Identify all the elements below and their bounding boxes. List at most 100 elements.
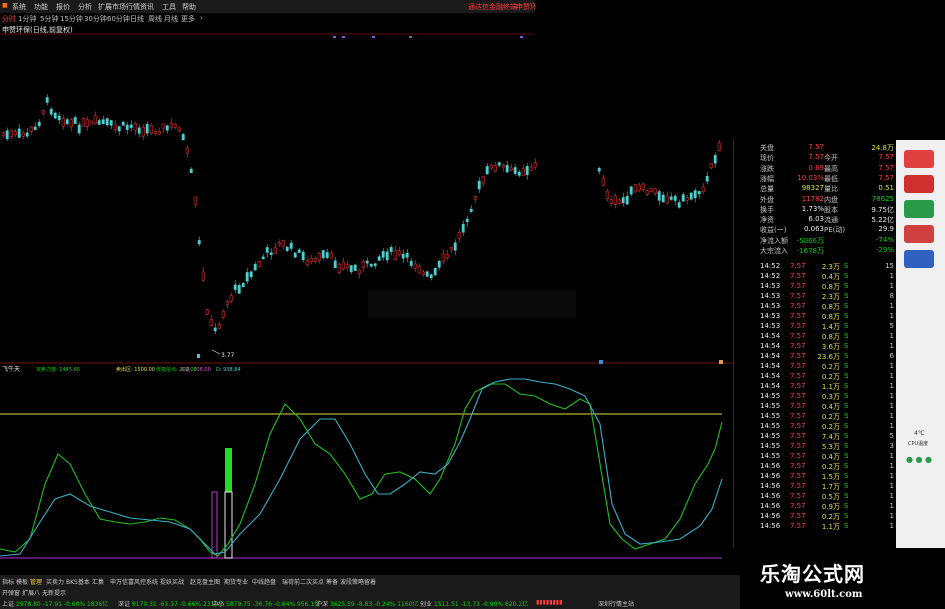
index-quote[interactable]: 沪深 3625.59 -8.83 -0.24% 1160亿	[316, 599, 418, 608]
menu-item-tools[interactable]: 工具	[162, 2, 176, 12]
period-tab-1min[interactable]: 1分钟	[18, 14, 36, 24]
trade-side: S	[844, 362, 849, 370]
bottom-tab[interactable]: 申万信富风控系统	[110, 577, 158, 586]
menu-item-quote[interactable]: 报价	[56, 2, 70, 12]
trade-price: 7.57	[790, 282, 806, 290]
candle-body	[365, 260, 369, 264]
period-tab-30min[interactable]: 30分钟	[84, 14, 107, 24]
candle-body	[705, 176, 709, 182]
period-tab-weekly[interactable]: 周线	[148, 14, 162, 24]
trade-price: 7.57	[790, 382, 806, 390]
quote-value: 11782	[801, 194, 824, 203]
trade-row: 14:54 7.57 3.6万 S 1	[734, 342, 896, 352]
bottom-tab[interactable]: 买卖力	[46, 577, 64, 586]
bottom-tab[interactable]: 波段策略留着	[340, 577, 376, 586]
quote-value: 29.9	[878, 225, 894, 234]
candle-body	[277, 242, 281, 246]
shortcut-3-icon[interactable]	[904, 200, 934, 218]
shortcut-2-icon[interactable]	[904, 175, 934, 193]
server-status[interactable]: 深圳行情主站	[598, 599, 634, 608]
trade-count: 5	[889, 322, 894, 330]
period-tab-15min[interactable]: 15分钟	[60, 14, 83, 24]
bottom-tab[interactable]: 捉妖买战	[160, 577, 184, 586]
candle-body	[105, 118, 109, 126]
trade-volume: 0.2万	[821, 373, 840, 381]
candle-body	[273, 247, 277, 255]
trade-row: 14:52 7.57 2.3万 S 15	[734, 262, 896, 272]
trade-side: S	[844, 382, 849, 390]
period-tab-more[interactable]: 更多	[181, 14, 195, 24]
trade-time: 14:53	[760, 312, 781, 320]
trade-row: 14:53 7.57 0.8万 S 1	[734, 302, 896, 312]
period-tab-60min[interactable]: 60分钟	[107, 14, 130, 24]
bottom-option[interactable]: 扩展八	[22, 588, 40, 597]
trade-count: 1	[889, 302, 894, 310]
menu-item-extended-market[interactable]: 扩展市场行情	[98, 2, 140, 12]
menu-item-function[interactable]: 功能	[34, 2, 48, 12]
trade-side: S	[844, 402, 849, 410]
index-quote[interactable]: 深证 9170.31 -61.17 -0.66% 2319亿	[118, 599, 224, 608]
candle-body	[701, 186, 705, 192]
trade-count: 15	[885, 262, 894, 270]
side-toolbar: 4℃ CPU温度 ● ● ●	[896, 140, 945, 548]
trade-time: 14:56	[760, 462, 781, 470]
candle-body	[97, 120, 101, 125]
trade-time: 14:52	[760, 262, 781, 270]
trade-side: S	[844, 272, 849, 280]
bottom-option[interactable]: 开弹窗	[2, 588, 20, 597]
period-tab-daily[interactable]: 日线	[130, 14, 144, 24]
bottom-option[interactable]: 无新提示	[42, 588, 66, 597]
candle-body	[413, 263, 417, 269]
candle-body	[517, 171, 521, 176]
bottom-tab[interactable]: 指标	[2, 577, 14, 586]
menu-item-system[interactable]: 系统	[12, 2, 26, 12]
period-tab-5min[interactable]: 5分钟	[40, 14, 58, 24]
index-quote[interactable]: 中小 5879.75 -36.76 -0.64% 956.1亿	[212, 599, 320, 608]
menu-item-help[interactable]: 帮助	[182, 2, 196, 12]
candle-body	[605, 190, 609, 199]
indicator-value: D: 938.84	[216, 367, 241, 373]
candle-body	[5, 130, 9, 140]
candle-body	[713, 155, 717, 164]
candle-body	[385, 251, 389, 261]
bottom-tab[interactable]: BKS基本	[66, 577, 90, 586]
candle-body	[693, 190, 697, 199]
candle-body	[449, 247, 453, 251]
bottom-tab[interactable]: 筹备	[326, 577, 338, 586]
candle-body	[301, 251, 305, 261]
period-tab-intraday[interactable]: 分时	[2, 14, 16, 24]
shortcut-1-icon[interactable]	[904, 150, 934, 168]
candle-body	[673, 195, 677, 201]
candle-body	[369, 263, 373, 267]
trade-count: 1	[889, 522, 894, 530]
index-name: 中小	[212, 601, 226, 608]
shortcut-4-icon[interactable]	[904, 225, 934, 243]
index-quote[interactable]: 创业 1511.51 -13.73 -0.90% 620.2亿	[420, 599, 528, 608]
candle-body	[709, 163, 713, 169]
menu-item-news[interactable]: 资讯	[140, 2, 154, 12]
chevron-right-icon[interactable]: ›	[200, 14, 203, 22]
bottom-tab[interactable]: 瑞荷前二次买点	[282, 577, 324, 586]
bottom-tab[interactable]: 中线趋盘	[252, 577, 276, 586]
trade-time: 14:56	[760, 482, 781, 490]
menu-item-analysis[interactable]: 分析	[78, 2, 92, 12]
candle-body	[69, 119, 73, 128]
shortcut-5-icon[interactable]	[904, 250, 934, 268]
trade-price: 7.57	[790, 292, 806, 300]
candle-body	[329, 252, 333, 259]
candle-body	[685, 197, 689, 201]
bottom-tab[interactable]: 期货专业	[224, 577, 248, 586]
index-quote[interactable]: 上证 2978.80 -17.91 -0.60% 1836亿	[2, 599, 108, 608]
bottom-tab[interactable]: 模板	[16, 577, 28, 586]
candle-body	[401, 253, 405, 259]
quote-value: 1.73%	[801, 204, 824, 213]
candle-body	[269, 252, 273, 255]
period-tab-monthly[interactable]: 月线	[164, 14, 178, 24]
trade-volume: 0.5万	[821, 493, 840, 501]
candle-body	[37, 121, 41, 127]
bottom-tab[interactable]: 赵克盘主图	[190, 577, 220, 586]
candle-body	[137, 127, 141, 134]
trade-count: 1	[889, 512, 894, 520]
bottom-tab[interactable]: 汇集	[92, 577, 104, 586]
bottom-tab[interactable]: 管理	[30, 577, 42, 586]
